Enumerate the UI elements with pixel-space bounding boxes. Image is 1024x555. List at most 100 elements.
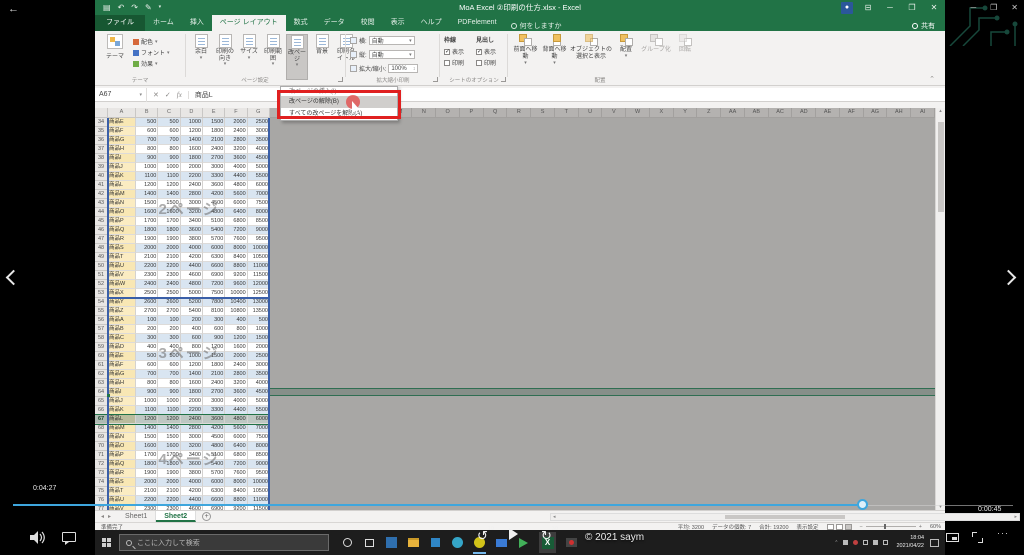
- cell-value[interactable]: 13000: [247, 298, 270, 307]
- cell-value[interactable]: 3800: [180, 469, 203, 478]
- tray-expand-icon[interactable]: ⌃: [834, 540, 838, 546]
- column-header[interactable]: AD: [792, 108, 817, 118]
- cell-value[interactable]: 9600: [225, 280, 248, 289]
- cell-value[interactable]: 9500: [247, 469, 270, 478]
- cell-value[interactable]: 900: [136, 154, 159, 163]
- cell-value[interactable]: 4000: [247, 145, 270, 154]
- vertical-scrollbar-thumb[interactable]: [938, 122, 944, 212]
- cell-product-name[interactable]: 商品T: [108, 487, 136, 496]
- host-close-button[interactable]: ✕: [1011, 3, 1018, 12]
- tab-view[interactable]: 表示: [383, 15, 413, 31]
- cell-value[interactable]: 2100: [158, 487, 181, 496]
- file-explorer-icon[interactable]: [407, 536, 420, 549]
- page-break-line[interactable]: [108, 297, 268, 299]
- column-header[interactable]: Z: [697, 108, 722, 118]
- horizontal-scrollbar[interactable]: ◂ ▸: [550, 513, 1020, 521]
- cell-value[interactable]: 1800: [202, 127, 226, 136]
- cell-value[interactable]: 10500: [247, 253, 270, 262]
- cell-value[interactable]: 1200: [136, 181, 159, 190]
- cell-value[interactable]: 2700: [202, 154, 226, 163]
- cell-product-name[interactable]: 商品Q: [108, 226, 136, 235]
- mail-icon[interactable]: [495, 536, 508, 549]
- cell-value[interactable]: 4200: [180, 487, 203, 496]
- qat-customize-icon[interactable]: ▾: [159, 0, 162, 15]
- cell-value[interactable]: 1100: [136, 172, 159, 181]
- cell-value[interactable]: 7200: [202, 280, 226, 289]
- redo-icon[interactable]: ↷: [131, 0, 138, 15]
- cell-value[interactable]: 2400: [202, 379, 226, 388]
- sheet-nav-left-icon[interactable]: ◂: [101, 513, 104, 520]
- fullscreen-icon[interactable]: [972, 532, 983, 543]
- cell-value[interactable]: 6300: [202, 253, 226, 262]
- cell-value[interactable]: 3000: [202, 163, 226, 172]
- cell-value[interactable]: 10000: [247, 478, 270, 487]
- cell-value[interactable]: 1400: [180, 136, 203, 145]
- back-arrow-icon[interactable]: ←: [8, 3, 19, 15]
- cell-value[interactable]: 7600: [225, 469, 248, 478]
- cell-value[interactable]: 700: [136, 370, 159, 379]
- skip-forward-button[interactable]: ↻ 30: [541, 526, 558, 545]
- share-button[interactable]: 共有: [912, 21, 935, 31]
- cell-value[interactable]: 1600: [180, 379, 203, 388]
- cell-product-name[interactable]: 商品W: [108, 280, 136, 289]
- cell-value[interactable]: 2000: [180, 163, 203, 172]
- cell-value[interactable]: 5000: [247, 163, 270, 172]
- cell-value[interactable]: 3600: [202, 181, 226, 190]
- cell-value[interactable]: 200: [136, 325, 159, 334]
- orientation-button[interactable]: 印刷の向き ▾: [214, 34, 236, 80]
- cell-value[interactable]: 1600: [180, 145, 203, 154]
- cell-value[interactable]: 3500: [247, 370, 270, 379]
- column-header[interactable]: E: [202, 108, 226, 118]
- previous-video-icon[interactable]: [5, 269, 22, 286]
- column-header[interactable]: Y: [673, 108, 698, 118]
- cell-value[interactable]: 5000: [247, 397, 270, 406]
- formula-input[interactable]: 商品L: [189, 90, 213, 100]
- cell-value[interactable]: 800: [136, 379, 159, 388]
- cell-value[interactable]: 1900: [158, 235, 181, 244]
- cell-value[interactable]: 3000: [247, 127, 270, 136]
- headings-view-checkbox[interactable]: ✓ 表示: [476, 47, 506, 56]
- cell-value[interactable]: 4400: [180, 262, 203, 271]
- tab-review[interactable]: 校閲: [353, 15, 383, 31]
- cell-value[interactable]: 1800: [136, 226, 159, 235]
- cell-value[interactable]: 4600: [180, 271, 203, 280]
- column-header[interactable]: F: [225, 108, 248, 118]
- cell-product-name[interactable]: 商品M: [108, 424, 136, 433]
- cell-value[interactable]: 7500: [247, 433, 270, 442]
- cell-value[interactable]: 1100: [158, 406, 181, 415]
- cell-product-name[interactable]: 商品B: [108, 325, 136, 334]
- tray-icon-4[interactable]: [883, 540, 889, 545]
- vertical-scrollbar[interactable]: ▴ ▾: [935, 108, 945, 510]
- cell-value[interactable]: 4400: [225, 172, 248, 181]
- host-restore-button[interactable]: ❐: [990, 3, 997, 12]
- cell-value[interactable]: 2000: [136, 244, 159, 253]
- cell-product-name[interactable]: 商品H: [108, 145, 136, 154]
- new-sheet-button[interactable]: +: [202, 512, 212, 521]
- cell-value[interactable]: 7200: [225, 226, 248, 235]
- cell-value[interactable]: 5500: [247, 406, 270, 415]
- cell-value[interactable]: 8000: [225, 244, 248, 253]
- collapse-ribbon-icon[interactable]: ⌃: [929, 75, 935, 83]
- column-header[interactable]: D: [180, 108, 203, 118]
- theme-effects-button[interactable]: 効果 ▾: [133, 59, 170, 68]
- cell-value[interactable]: 2100: [136, 253, 159, 262]
- column-header[interactable]: Q: [483, 108, 508, 118]
- page-setup-dialog-launcher[interactable]: [338, 77, 343, 82]
- column-header[interactable]: T: [554, 108, 579, 118]
- cell-value[interactable]: 9200: [225, 271, 248, 280]
- cell-value[interactable]: 800: [136, 145, 159, 154]
- cell-value[interactable]: 1800: [180, 388, 203, 397]
- cell-value[interactable]: 2000: [225, 118, 248, 127]
- close-button[interactable]: ✕: [923, 0, 945, 15]
- cell-value[interactable]: 4000: [225, 163, 248, 172]
- cell-value[interactable]: 2800: [225, 136, 248, 145]
- miniplayer-icon[interactable]: [946, 533, 959, 542]
- subtitles-icon[interactable]: [62, 532, 76, 545]
- cell-value[interactable]: 1000: [247, 325, 270, 334]
- tab-file[interactable]: ファイル: [95, 15, 145, 31]
- scale-height-select[interactable]: 自動 ▾: [368, 50, 415, 59]
- cell-value[interactable]: 1100: [136, 406, 159, 415]
- touch-mode-icon[interactable]: ✎: [145, 0, 152, 15]
- cell-value[interactable]: 6000: [247, 181, 270, 190]
- edge-icon[interactable]: [451, 536, 464, 549]
